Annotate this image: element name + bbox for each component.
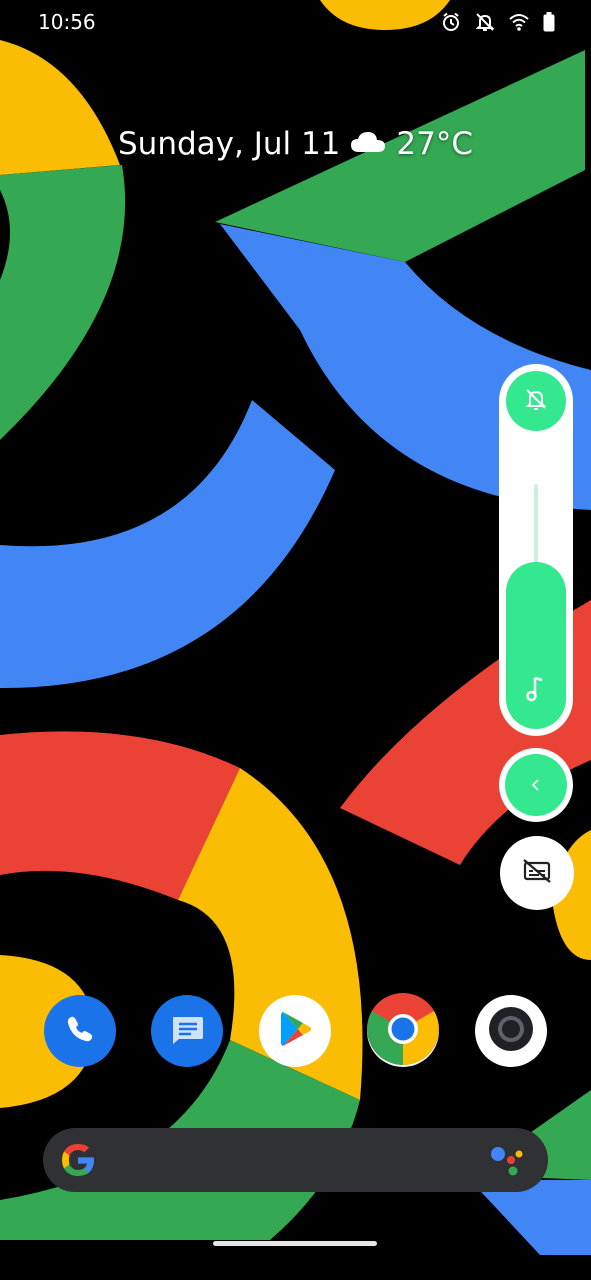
volume-expand-button[interactable]: [499, 748, 573, 822]
chevron-left-icon: [505, 754, 567, 816]
captions-off-icon: [522, 858, 552, 889]
glance-temperature[interactable]: 27°C: [396, 126, 473, 162]
home-screen: 10:56 Sunday, Jul 11 27°C: [0, 0, 591, 1280]
messages-icon: [167, 1011, 207, 1052]
status-time: 10:56: [38, 10, 96, 34]
dock: [0, 992, 591, 1070]
ringer-mode-button[interactable]: [506, 371, 566, 431]
play-store-app[interactable]: [259, 995, 331, 1067]
live-caption-button[interactable]: [500, 836, 574, 910]
glance-date[interactable]: Sunday, Jul 11: [118, 126, 340, 162]
alarm-icon: [441, 12, 461, 32]
google-assistant-icon[interactable]: [490, 1144, 526, 1176]
status-icons: [441, 12, 555, 32]
phone-app[interactable]: [44, 995, 116, 1067]
battery-icon: [543, 12, 555, 32]
phone-icon: [62, 1011, 98, 1052]
notifications-off-icon: [475, 12, 495, 32]
music-note-icon: [521, 674, 551, 704]
messages-app[interactable]: [151, 995, 223, 1067]
chrome-app[interactable]: [367, 992, 439, 1070]
navigation-handle[interactable]: [213, 1241, 377, 1246]
volume-panel: [499, 364, 573, 736]
chrome-icon: [367, 992, 439, 1070]
wallpaper-blue-middle: [0, 400, 335, 689]
wallpaper-green-left: [0, 165, 126, 440]
status-bar: 10:56: [0, 0, 591, 44]
wifi-icon: [509, 13, 529, 31]
notifications-off-icon: [523, 386, 549, 417]
camera-icon: [488, 1006, 534, 1057]
play-store-icon: [275, 1008, 315, 1055]
volume-slider-track[interactable]: [534, 484, 538, 572]
nav-bar-background: [0, 1255, 591, 1280]
at-a-glance[interactable]: Sunday, Jul 11 27°C: [0, 126, 591, 162]
cloud-icon: [350, 126, 386, 162]
google-g-icon[interactable]: [59, 1141, 97, 1179]
camera-app[interactable]: [475, 995, 547, 1067]
google-search-bar[interactable]: [43, 1128, 548, 1192]
